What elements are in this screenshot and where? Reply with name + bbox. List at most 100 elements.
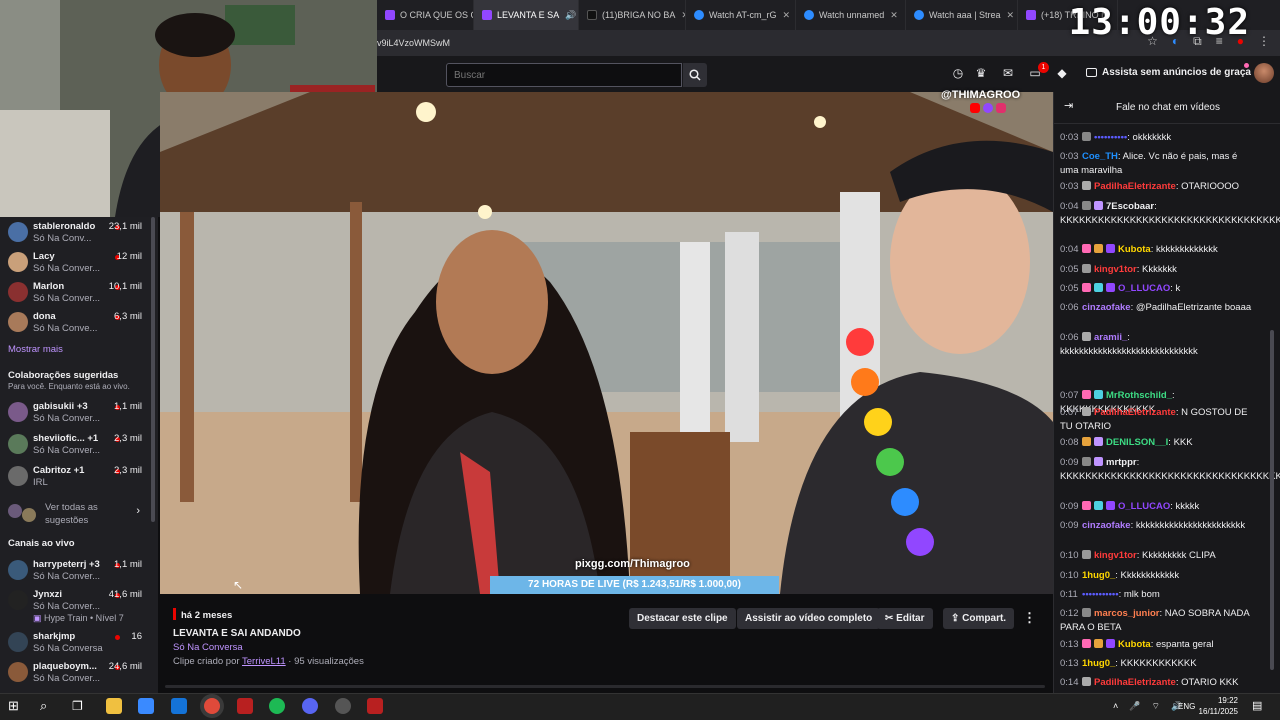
chat-badge-icon[interactable] [1082,264,1091,273]
chat-username[interactable]: DENILSON__I [1106,437,1168,448]
chat-badge-icon[interactable] [1106,501,1115,510]
chat-username[interactable]: 1hug0_ [1082,658,1115,669]
outlook-icon[interactable] [171,698,187,714]
chat-badge-icon[interactable] [1106,244,1115,253]
browser-tab[interactable]: (11)BRIGA NO BA✕ [579,0,686,30]
windows-start-icon[interactable]: ⊞ [8,698,24,714]
show-more-link[interactable]: Mostrar mais [8,344,63,355]
chat-badge-icon[interactable] [1082,390,1091,399]
chat-username[interactable]: cinzaofake [1082,520,1131,531]
sidebar-channel[interactable]: Lacy Só Na Conver... 12 mil [0,247,150,277]
browser-tab[interactable]: O CRIA QUE OS C✕ [377,0,474,30]
chat-badge-icon[interactable] [1094,437,1103,446]
crown-icon[interactable]: ♛ [974,66,988,80]
collapse-chat-icon[interactable]: ⇥ [1064,99,1073,112]
sidebar-collab[interactable]: gabisukii +3 Só Na Conver... 1,1 mil [0,397,150,427]
chat-username[interactable]: kingv1tor [1094,550,1137,561]
clip-category-link[interactable]: Só Na Conversa [173,642,243,653]
chat-badge-icon[interactable] [1082,181,1091,190]
chat-badge-icon[interactable] [1094,283,1103,292]
see-all-suggestions[interactable]: Ver todas as sugestões › [8,500,148,528]
chat-badge-icon[interactable] [1082,244,1091,253]
watch-full-video-button[interactable]: Assistir ao vídeo completo [737,608,881,629]
sidebar-collab[interactable]: sheviiofic... +1 Só Na Conver... 2,3 mil [0,429,150,459]
chat-username[interactable]: mrtppr [1106,457,1137,468]
chat-username[interactable]: •••••••••• [1094,132,1127,143]
close-tab-icon[interactable]: ✕ [1007,10,1015,21]
chat-badge-icon[interactable] [1094,501,1103,510]
obs-icon[interactable] [335,698,351,714]
chat-badge-icon[interactable] [1094,639,1103,648]
sidebar-live-channel[interactable]: sharkjmp Só Na Conversa 16 [0,627,150,657]
bits-icon[interactable]: ◆ [1055,66,1069,80]
chrome-icon[interactable] [204,698,220,714]
chat-username[interactable]: O_LLUCAO [1118,283,1170,294]
chat-badge-icon[interactable] [1094,390,1103,399]
chat-badge-icon[interactable] [1094,201,1103,210]
chat-username[interactable]: cinzaofake [1082,302,1131,313]
close-tab-icon[interactable]: ✕ [890,10,898,21]
chat-username[interactable]: Kubota [1118,639,1151,650]
chat-badge-icon[interactable] [1082,283,1091,292]
sidebar-channel[interactable]: Marlon Só Na Conver... 10,1 mil [0,277,150,307]
chat-username[interactable]: 7Escobaar [1106,201,1154,212]
chat-badge-icon[interactable] [1106,283,1115,292]
edit-button[interactable]: ✂ Editar [877,608,933,629]
adfree-button[interactable]: Assista sem anúncios de graça [1084,66,1251,82]
sidebar-collab[interactable]: Cabritoz +1 IRL 2,3 mil [0,461,150,491]
notification-center-icon[interactable]: ▤ [1252,699,1262,712]
chat-username[interactable]: PadilhaEletrizante [1094,677,1176,688]
sidebar-scrollbar[interactable] [151,217,155,522]
chat-username[interactable]: MrRothschild_ [1106,390,1172,401]
sidebar-channel[interactable]: stableronaldo Só Na Conv... 23,1 mil [0,217,150,247]
sidebar-live-channel[interactable]: Jynxzi Só Na Conver... 41,6 mil [0,585,150,615]
chat-badge-icon[interactable] [1082,407,1091,416]
chat-username[interactable]: O_LLUCAO [1118,501,1170,512]
microphone-icon[interactable]: 🎤 [1129,701,1140,712]
wifi-icon[interactable]: ⌔ [1151,701,1159,712]
sidebar-channel[interactable]: dona Só Na Conve... 6,3 mil [0,307,150,337]
chat-badge-icon[interactable] [1082,677,1091,686]
chat-username[interactable]: PadilhaEletrizante [1094,181,1176,192]
sidebar-live-channel[interactable]: plaqueboym... Só Na Conver... 24,6 mil [0,657,150,687]
chat-username[interactable]: PadilhaEletrizante [1094,407,1176,418]
more-options-icon[interactable]: ⋮ [1023,610,1036,626]
search-button[interactable] [683,63,707,87]
task-view-icon[interactable]: ❐ [72,698,88,714]
store-icon[interactable] [138,698,154,714]
chevron-up-icon[interactable]: ˄ [1113,701,1118,712]
chat-badge-icon[interactable] [1094,244,1103,253]
sidebar-live-channel[interactable]: harrypeterrj +3 Só Na Conver... 1,1 mil [0,555,150,585]
chat-username[interactable]: marcos_junior [1094,608,1159,619]
chat-badge-icon[interactable] [1082,132,1091,141]
chat-username[interactable]: ••••••••••• [1082,589,1119,600]
video-player[interactable] [160,92,1053,594]
search-input[interactable] [446,63,682,87]
user-avatar[interactable] [1254,63,1274,83]
chat-badge-icon[interactable] [1106,639,1115,648]
chat-scrollbar[interactable] [1270,330,1274,670]
browser-tab[interactable]: Watch unnamed ✕ [796,0,906,30]
voice-app-icon[interactable] [237,698,253,714]
chat-username[interactable]: Kubota [1118,244,1151,255]
highlight-clip-button[interactable]: Destacar este clipe [629,608,736,629]
chat-badge-icon[interactable] [1082,332,1091,341]
share-button[interactable]: ⇪ Compart. [943,608,1015,629]
voice-app-icon[interactable] [367,698,383,714]
chat-badge-icon[interactable] [1082,201,1091,210]
clip-creator-link[interactable]: TerriveL11 [242,656,286,667]
browser-tab-active[interactable]: LEVANTA E SA🔊✕ [474,0,579,30]
chat-username[interactable]: Coe_TH [1082,151,1118,162]
chat-badge-icon[interactable] [1082,501,1091,510]
browser-tab[interactable]: Watch aaa | Strea ✕ [906,0,1018,30]
close-tab-icon[interactable]: ✕ [783,10,791,21]
chat-badge-icon[interactable] [1082,437,1091,446]
discord-icon[interactable] [302,698,318,714]
chat-username[interactable]: 1hug0_ [1082,570,1115,581]
menu-icon[interactable]: ⋮ [1258,34,1270,49]
file-explorer-icon[interactable] [106,698,122,714]
chat-badge-icon[interactable] [1082,639,1091,648]
chat-badge-icon[interactable] [1082,608,1091,617]
chat-username[interactable]: aramii_ [1094,332,1127,343]
chat-badge-icon[interactable] [1082,457,1091,466]
